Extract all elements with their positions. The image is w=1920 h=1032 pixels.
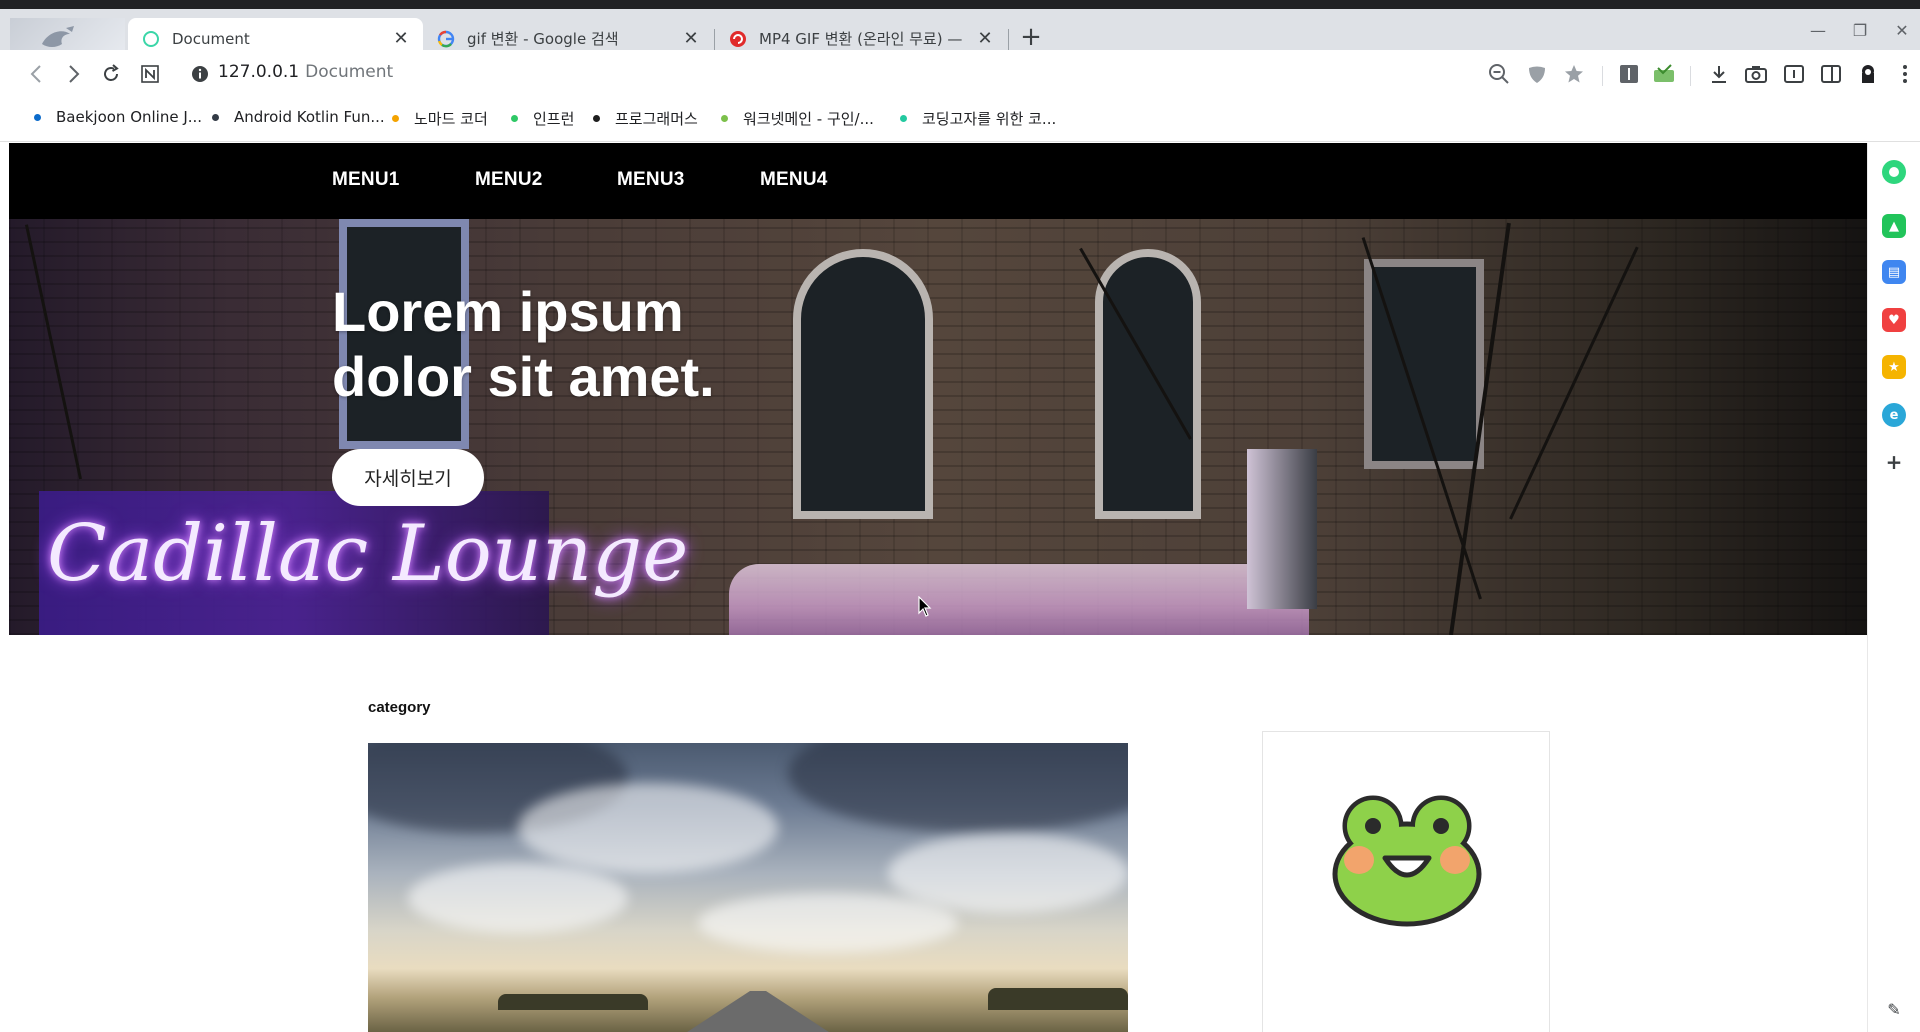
profile-icon[interactable] [1856,62,1880,86]
sidebar-card [1262,731,1550,1032]
nav-menu3[interactable]: MENU3 [617,169,685,191]
bookmark-label: 코딩고자를 위한 코... [922,110,1057,128]
bookmark-label: 인프런 [533,110,575,128]
cloud [518,783,778,873]
bookmark-label: 프로그래머스 [615,110,698,128]
frog-icon [1332,795,1482,927]
url-page-title: Document [305,62,394,82]
pocket-app-icon[interactable]: ♥ [1882,308,1906,332]
nav-menu1[interactable]: MENU1 [332,169,400,191]
naver-home-icon[interactable] [138,62,162,86]
cloud [788,743,1128,833]
translate-app-icon[interactable]: e [1882,403,1906,427]
hero-banner: Cadillac Lounge Lorem ipsum dolor sit am… [9,219,1867,635]
browser-side-panel: ▲ ▤ ♥ ★ e + ✎ [1867,143,1920,1032]
whale-app-icon[interactable] [1882,160,1906,184]
forward-icon[interactable] [62,62,86,86]
category-heading: category [368,699,431,716]
site-navigation: MENU1 MENU2 MENU3 MENU4 [9,143,1867,219]
landscape-image [368,743,1128,1032]
bookmark-item[interactable]: Baekjoon Online J... [34,108,202,126]
reader-extension-icon[interactable] [1617,62,1641,86]
close-tab-icon[interactable]: ✕ [391,28,411,49]
bookmark-label: 노마드 코더 [414,110,488,128]
briefcase-app-icon[interactable]: ▤ [1882,260,1906,284]
hero-title: Lorem ipsum dolor sit amet. [332,279,715,409]
bookmarks-bar: Baekjoon Online J... Android Kotlin Fun.… [0,98,1920,142]
pin-icon[interactable]: ✎ [1882,997,1906,1021]
inbox-extension-icon[interactable] [1652,62,1676,86]
new-tab-button[interactable]: + [1018,24,1044,50]
download-icon[interactable] [1707,62,1731,86]
convertio-icon [730,30,746,47]
shield-icon[interactable] [1525,62,1549,86]
talk-app-icon[interactable]: ▲ [1882,214,1906,238]
bookmark-item[interactable]: 프로그래머스 [593,108,698,129]
details-button[interactable]: 자세히보기 [332,449,484,506]
building-window [793,249,933,519]
bookmark-item[interactable]: Android Kotlin Fun... [212,108,385,126]
zoom-out-icon[interactable] [1487,62,1511,86]
bookmark-label: Android Kotlin Fun... [234,108,385,126]
nav-menu4[interactable]: MENU4 [760,169,828,191]
tab-divider [1008,29,1009,51]
page-viewport: MENU1 MENU2 MENU3 MENU4 Cadillac Lounge … [9,143,1867,1032]
hero-title-line2: dolor sit amet. [332,345,715,408]
toolbar-divider [1690,66,1691,86]
close-tab-icon[interactable]: ✕ [681,28,701,49]
tab-title: MP4 GIF 변환 (온라인 무료) — [759,30,963,48]
tab-title: Document [172,29,250,48]
toolbar-divider [1602,66,1603,86]
minimize-icon[interactable]: — [1803,21,1833,40]
loading-spinner-icon [143,30,159,47]
bookmark-dot-icon [721,115,728,122]
bookmark-item[interactable]: 노마드 코더 [392,108,488,129]
bookmark-item[interactable]: 코딩고자를 위한 코... [900,108,1056,129]
side-panel-icon[interactable] [1819,62,1843,86]
neon-sign-text: Cadillac Lounge [47,509,689,599]
browser-toolbar: 127.0.0.1 Document [0,50,1920,98]
tree-line [988,988,1128,1010]
url-host: 127.0.0.1 [218,62,300,82]
roadside-sign [1247,449,1317,609]
hero-title-line1: Lorem ipsum [332,280,684,343]
bookmark-dot-icon [34,113,41,121]
bookmark-item[interactable]: 워크넷메인 - 구인/... [721,108,874,129]
back-icon[interactable] [24,62,48,86]
road [658,991,858,1032]
tab-title: gif 변환 - Google 검색 [467,30,619,48]
bookmark-dot-icon [593,115,600,122]
site-info-icon[interactable] [188,62,212,86]
bookmark-item[interactable]: 인프런 [511,108,574,129]
bookmark-label: Baekjoon Online J... [56,108,203,126]
cloud [698,893,958,953]
add-app-icon[interactable]: + [1882,450,1906,474]
reading-mode-icon[interactable] [1782,62,1806,86]
building-window [1095,249,1201,519]
close-window-icon[interactable]: ✕ [1887,21,1917,40]
bookmark-dot-icon [212,113,219,121]
menu-dots-icon[interactable] [1893,62,1917,86]
bookmark-dot-icon [511,115,518,122]
capture-camera-icon[interactable] [1744,62,1768,86]
bookmark-label: 워크넷메인 - 구인/... [743,110,874,128]
google-icon [437,30,455,47]
nav-menu2[interactable]: MENU2 [475,169,543,191]
close-tab-icon[interactable]: ✕ [975,28,995,49]
mouse-cursor-icon [918,596,932,617]
cloud [888,833,1128,913]
address-bar[interactable]: 127.0.0.1 Document [218,62,393,82]
tree-line [498,994,648,1010]
bookmark-dot-icon [900,115,907,122]
vintage-car [729,564,1309,635]
bookmark-dot-icon [392,115,399,122]
cloud [408,863,628,933]
reload-icon[interactable] [99,62,123,86]
bookmark-star-icon[interactable] [1562,62,1586,86]
restore-icon[interactable]: ❐ [1845,21,1875,40]
browser-tab-strip: Document ✕ gif 변환 - Google 검색 ✕ MP4 GIF … [0,0,1920,59]
favorites-app-icon[interactable]: ★ [1882,355,1906,379]
